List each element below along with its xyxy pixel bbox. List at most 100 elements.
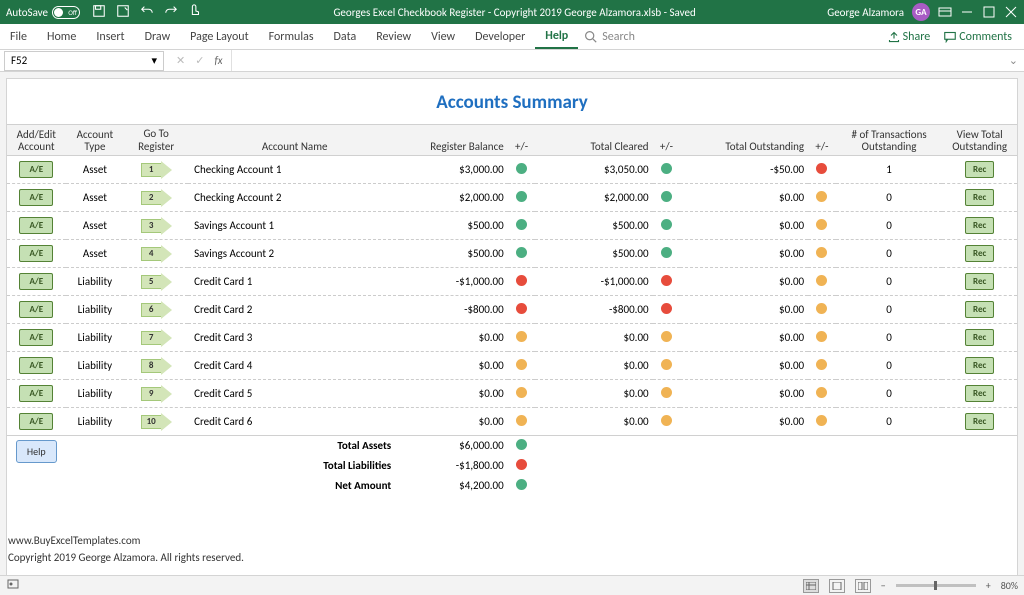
help-button[interactable]: Help — [16, 440, 57, 463]
normal-view-icon[interactable] — [803, 579, 819, 593]
add-edit-button[interactable]: A/E — [19, 245, 53, 262]
save-icon[interactable] — [116, 4, 130, 21]
total-cleared: $2,000.00 — [535, 184, 652, 212]
rec-button[interactable]: Rec — [965, 385, 994, 402]
tab-draw[interactable]: Draw — [135, 24, 181, 49]
add-edit-button[interactable]: A/E — [19, 161, 53, 178]
add-edit-button[interactable]: A/E — [19, 273, 53, 290]
account-type: Asset — [66, 184, 125, 212]
minimize-icon[interactable] — [960, 5, 974, 19]
rec-button[interactable]: Rec — [965, 217, 994, 234]
account-name: Checking Account 1 — [188, 156, 401, 184]
maximize-icon[interactable] — [982, 5, 996, 19]
tab-file[interactable]: File — [0, 24, 37, 49]
add-edit-button[interactable]: A/E — [19, 357, 53, 374]
cancel-icon[interactable]: ✕ — [176, 54, 185, 67]
goto-arrow-button[interactable]: 5 — [141, 273, 172, 291]
name-box[interactable]: F52▾ — [4, 51, 164, 71]
status-dot-icon — [516, 247, 527, 258]
tab-developer[interactable]: Developer — [465, 24, 535, 49]
account-type: Liability — [66, 352, 125, 380]
rec-button[interactable]: Rec — [965, 189, 994, 206]
footer-url: www.BuyExcelTemplates.com — [8, 532, 244, 550]
zoom-in-icon[interactable]: + — [986, 579, 991, 592]
record-macro-icon[interactable] — [6, 577, 20, 594]
status-dot-icon — [816, 331, 827, 342]
total-cleared: $500.00 — [535, 240, 652, 268]
status-dot-icon — [816, 275, 827, 286]
table-row: A/EAsset3Savings Account 1$500.00$500.00… — [7, 212, 1017, 240]
touch-icon[interactable] — [188, 4, 202, 21]
total-cleared: -$1,000.00 — [535, 268, 652, 296]
transaction-count: 0 — [836, 352, 943, 380]
save-icon[interactable] — [92, 4, 106, 21]
tab-home[interactable]: Home — [37, 24, 86, 49]
total-label: Total Assets — [188, 436, 401, 456]
account-name: Credit Card 5 — [188, 380, 401, 408]
add-edit-button[interactable]: A/E — [19, 413, 53, 430]
page-layout-view-icon[interactable] — [829, 579, 845, 593]
zoom-level[interactable]: 80% — [1001, 579, 1018, 592]
zoom-slider[interactable] — [896, 584, 976, 587]
rec-button[interactable]: Rec — [965, 273, 994, 290]
goto-arrow-button[interactable]: 7 — [141, 329, 172, 347]
rec-button[interactable]: Rec — [965, 245, 994, 262]
tab-formulas[interactable]: Formulas — [259, 24, 324, 49]
goto-arrow-button[interactable]: 4 — [141, 245, 172, 263]
add-edit-button[interactable]: A/E — [19, 301, 53, 318]
status-dot-icon — [816, 191, 827, 202]
tab-view[interactable]: View — [421, 24, 465, 49]
rec-button[interactable]: Rec — [965, 357, 994, 374]
status-dot-icon — [516, 439, 527, 450]
transaction-count: 0 — [836, 184, 943, 212]
search-box[interactable]: Search — [584, 24, 635, 49]
formula-bar[interactable] — [231, 50, 1003, 71]
comments-button[interactable]: Comments — [944, 30, 1012, 44]
status-dot-icon — [661, 219, 672, 230]
expand-fx-icon[interactable]: ⌄ — [1003, 54, 1024, 67]
status-dot-icon — [516, 331, 527, 342]
goto-arrow-button[interactable]: 2 — [141, 189, 172, 207]
rec-button[interactable]: Rec — [965, 301, 994, 318]
share-button[interactable]: Share — [888, 30, 931, 44]
autosave-toggle[interactable]: AutoSave Off — [6, 6, 80, 19]
undo-icon[interactable] — [140, 4, 154, 21]
redo-icon[interactable] — [164, 4, 178, 21]
enter-icon[interactable]: ✓ — [195, 54, 204, 67]
close-icon[interactable] — [1004, 5, 1018, 19]
register-balance: $500.00 — [401, 212, 508, 240]
add-edit-button[interactable]: A/E — [19, 217, 53, 234]
goto-arrow-button[interactable]: 10 — [141, 413, 172, 431]
worksheet[interactable]: Accounts Summary Add/EditAccount Account… — [6, 78, 1018, 576]
page-break-view-icon[interactable] — [855, 579, 871, 593]
rec-button[interactable]: Rec — [965, 413, 994, 430]
add-edit-button[interactable]: A/E — [19, 385, 53, 402]
register-balance: $0.00 — [401, 408, 508, 436]
register-balance: $0.00 — [401, 380, 508, 408]
tab-page-layout[interactable]: Page Layout — [180, 24, 258, 49]
add-edit-button[interactable]: A/E — [19, 329, 53, 346]
total-cleared: $0.00 — [535, 324, 652, 352]
tab-data[interactable]: Data — [324, 24, 367, 49]
status-dot-icon — [661, 387, 672, 398]
ribbon-mode-icon[interactable] — [938, 5, 952, 19]
goto-arrow-button[interactable]: 8 — [141, 357, 172, 375]
user-name[interactable]: George Alzamora — [827, 6, 904, 19]
total-outstanding: $0.00 — [680, 212, 808, 240]
zoom-out-icon[interactable]: − — [881, 579, 886, 592]
tab-help[interactable]: Help — [535, 24, 578, 49]
tab-review[interactable]: Review — [366, 24, 421, 49]
add-edit-button[interactable]: A/E — [19, 189, 53, 206]
goto-arrow-button[interactable]: 1 — [141, 161, 172, 179]
rec-button[interactable]: Rec — [965, 329, 994, 346]
goto-arrow-button[interactable]: 6 — [141, 301, 172, 319]
goto-arrow-button[interactable]: 3 — [141, 217, 172, 235]
register-balance: $2,000.00 — [401, 184, 508, 212]
goto-arrow-button[interactable]: 9 — [141, 385, 172, 403]
total-outstanding: $0.00 — [680, 268, 808, 296]
rec-button[interactable]: Rec — [965, 161, 994, 178]
user-avatar[interactable]: GA — [912, 3, 930, 21]
total-outstanding: $0.00 — [680, 184, 808, 212]
fx-icon[interactable]: fx — [214, 54, 222, 67]
tab-insert[interactable]: Insert — [86, 24, 134, 49]
